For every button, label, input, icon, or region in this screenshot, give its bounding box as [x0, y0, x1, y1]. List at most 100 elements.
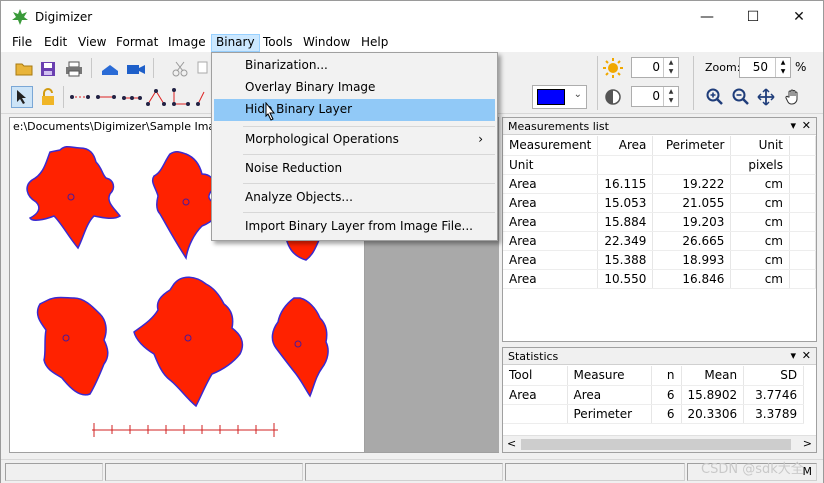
column-header[interactable]: Perimeter	[652, 136, 732, 156]
pan-move-icon[interactable]	[755, 86, 777, 108]
lock-icon[interactable]	[37, 86, 59, 108]
close-icon[interactable]: ✕	[802, 119, 811, 132]
status-cell	[105, 463, 303, 481]
toolbar-separator	[91, 58, 92, 78]
leaf-object-4	[36, 296, 109, 396]
pointer-arrow-icon[interactable]	[11, 86, 33, 108]
contrast-icon	[602, 86, 624, 108]
brightness-value: 0	[652, 60, 660, 74]
menu-item-noise-reduction[interactable]: Noise Reduction	[214, 158, 495, 180]
statistics-header: Statistics ▾ ✕	[503, 348, 816, 365]
menu-tools[interactable]: Tools	[258, 34, 298, 52]
contrast-stepper[interactable]: 0 ▲ ▼	[631, 86, 679, 107]
table-row[interactable]: Area 15.388 18.993 cm	[503, 250, 816, 270]
scroll-left-icon[interactable]: <	[507, 437, 516, 450]
zoom-out-icon[interactable]	[730, 86, 752, 108]
table-row[interactable]: Perimeter 6 20.3306 3.3789	[503, 404, 805, 424]
right-angle-tool-icon[interactable]	[169, 86, 191, 108]
menu-view[interactable]: View	[73, 34, 111, 52]
brightness-stepper[interactable]: 0 ▲ ▼	[631, 57, 679, 78]
table-row[interactable]: Area 15.884 19.203 cm	[503, 212, 816, 232]
table-header-row: Measurement Area Perimeter Unit	[503, 136, 816, 156]
menu-item-hide-binary-layer[interactable]: Hide Binary Layer	[214, 99, 495, 121]
status-cell	[505, 463, 685, 481]
leaf-object-5	[133, 276, 244, 408]
multi-length-tool-icon[interactable]	[121, 86, 143, 108]
menu-item-analyze-objects[interactable]: Analyze Objects...	[214, 187, 495, 209]
status-cell	[5, 463, 103, 481]
statistics-title: Statistics	[508, 350, 559, 363]
close-button[interactable]: ✕	[776, 1, 822, 32]
empty-cell	[789, 136, 816, 156]
menu-help[interactable]: Help	[356, 34, 393, 52]
zoom-value: 50	[752, 60, 768, 74]
app-window: Digimizer — ☐ ✕ File Edit View Format Im…	[0, 0, 824, 483]
menu-format[interactable]: Format	[111, 34, 163, 52]
menu-item-morphological-operations[interactable]: Morphological Operations ›	[214, 129, 495, 151]
watermark-text: CSDN @sdk大全	[701, 462, 804, 477]
column-header[interactable]: Unit	[730, 136, 790, 156]
menu-window[interactable]: Window	[298, 34, 355, 52]
scale-bar	[92, 423, 278, 437]
measurements-table: Measurement Area Perimeter Unit Unit pix…	[503, 136, 816, 289]
menu-item-import-binary-layer[interactable]: Import Binary Layer from Image File...	[214, 216, 495, 238]
menu-image[interactable]: Image	[163, 34, 211, 52]
table-row[interactable]: Area Area 6 15.8902 3.7746	[503, 385, 805, 405]
app-leaf-icon	[12, 9, 28, 25]
camera-icon[interactable]	[125, 58, 147, 80]
column-header[interactable]: Tool	[503, 366, 568, 386]
close-icon[interactable]: ✕	[802, 349, 811, 362]
column-header[interactable]: Measure	[567, 366, 652, 386]
column-header[interactable]: Area	[597, 136, 654, 156]
menu-item-binarization[interactable]: Binarization...	[214, 55, 495, 77]
scrollbar-thumb[interactable]	[521, 439, 791, 450]
column-header[interactable]: SD	[743, 366, 805, 386]
zoom-stepper[interactable]: 50 ▲ ▼	[739, 57, 791, 78]
spin-arrows-icon[interactable]: ▲ ▼	[663, 58, 678, 77]
open-folder-icon[interactable]	[13, 58, 35, 80]
menu-file[interactable]: File	[7, 34, 37, 52]
toolbar-separator	[693, 56, 694, 110]
column-header[interactable]: n	[651, 366, 682, 386]
line-color-picker[interactable]: ⌄	[532, 85, 587, 109]
status-bar: M	[1, 459, 823, 483]
spin-arrows-icon[interactable]: ▲ ▼	[663, 87, 678, 106]
point-marker-tool-icon[interactable]	[69, 86, 91, 108]
angle-tool-icon[interactable]	[145, 86, 167, 108]
save-icon[interactable]	[37, 58, 59, 80]
toolbar-separator	[63, 86, 64, 108]
spin-arrows-icon[interactable]: ▲ ▼	[775, 58, 790, 77]
binary-menu-dropdown: Binarization... Overlay Binary Image Hid…	[211, 52, 498, 241]
table-row[interactable]: Area 22.349 26.665 cm	[503, 231, 816, 251]
print-icon[interactable]	[63, 58, 85, 80]
scanner-icon[interactable]	[99, 58, 121, 80]
leaf-object-6	[271, 297, 329, 398]
hand-tool-icon[interactable]	[782, 86, 804, 108]
pin-icon[interactable]: ▾	[790, 119, 796, 132]
table-row[interactable]: Area 10.550 16.846 cm	[503, 269, 816, 289]
menu-separator	[243, 126, 495, 127]
table-row[interactable]: Area 15.053 21.055 cm	[503, 193, 816, 213]
pin-icon[interactable]: ▾	[790, 349, 796, 362]
menu-bar: File Edit View Format Image Binary Tools…	[1, 32, 823, 52]
table-row[interactable]: Area 16.115 19.222 cm	[503, 174, 816, 194]
zoom-label: Zoom:	[705, 61, 741, 74]
statistics-panel: Statistics ▾ ✕ Tool Measure n Mean SD Ar…	[502, 347, 817, 453]
menu-edit[interactable]: Edit	[39, 34, 72, 52]
measurements-panel: Measurements list ▾ ✕ Measurement Area P…	[502, 117, 817, 342]
scroll-right-icon[interactable]: >	[803, 437, 812, 450]
zoom-unit: %	[795, 60, 807, 74]
horizontal-scrollbar[interactable]: < >	[503, 435, 816, 452]
window-title: Digimizer	[35, 10, 93, 24]
table-row[interactable]: Unit pixels	[503, 155, 816, 175]
menu-binary[interactable]: Binary	[211, 34, 260, 52]
length-tool-icon[interactable]	[95, 86, 117, 108]
column-header[interactable]: Mean	[681, 366, 745, 386]
cut-icon[interactable]	[169, 58, 191, 80]
menu-item-overlay-binary-image[interactable]: Overlay Binary Image	[214, 77, 495, 99]
contrast-value: 0	[652, 89, 660, 103]
maximize-button[interactable]: ☐	[730, 1, 776, 32]
zoom-in-icon[interactable]	[704, 86, 726, 108]
minimize-button[interactable]: —	[684, 1, 730, 32]
column-header[interactable]: Measurement	[503, 136, 599, 156]
